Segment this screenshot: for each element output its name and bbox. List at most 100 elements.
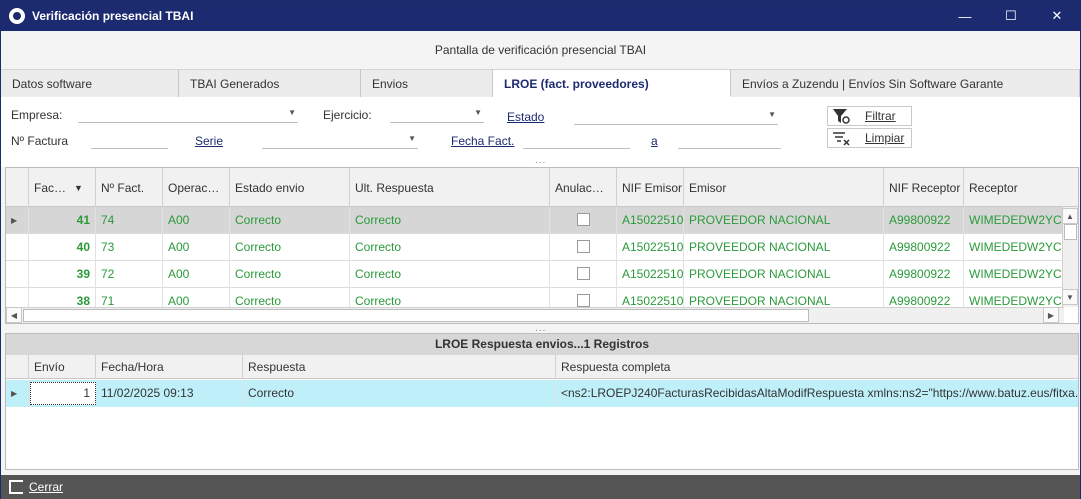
cerrar-button[interactable]: Cerrar	[29, 480, 63, 494]
fac-cell[interactable]: 40	[29, 234, 96, 261]
nif-emisor-cell[interactable]: A15022510	[617, 234, 684, 261]
row-pointer-icon: ▶	[6, 380, 29, 407]
fecha-cell[interactable]: 11/02/2025 09:13	[96, 380, 243, 407]
app-window: Verificación presencial TBAI — ☐ ✕ Panta…	[0, 0, 1081, 499]
chevron-down-icon: ▼	[474, 108, 482, 117]
serie-label[interactable]: Serie	[195, 134, 223, 148]
ejercicio-select[interactable]: ▼	[390, 105, 484, 123]
anulacion-checkbox[interactable]	[577, 240, 590, 253]
col-ult-respuesta[interactable]: Ult. Respuesta	[350, 168, 550, 207]
respuesta-cell[interactable]: Correcto	[243, 380, 556, 407]
responses-title: LROE Respuesta envios...1 Registros	[6, 334, 1078, 355]
scroll-down-icon[interactable]: ▼	[1062, 289, 1078, 305]
col-respuesta-completa[interactable]: Respuesta completa	[556, 355, 1078, 379]
scroll-right-icon[interactable]: ▶	[1043, 307, 1059, 323]
col-estado-envio[interactable]: Estado envio	[230, 168, 350, 207]
anulac-cell[interactable]	[550, 261, 617, 288]
col-nfact[interactable]: Nº Fact.	[96, 168, 163, 207]
receptor-cell[interactable]: WIMEDEDW2YCW	[964, 207, 1064, 234]
nif-emisor-cell[interactable]: A15022510	[617, 261, 684, 288]
filtrar-button[interactable]: Filtrar	[827, 106, 912, 126]
col-anulac[interactable]: Anulac…	[550, 168, 617, 207]
filtrar-label: Filtrar	[865, 109, 896, 123]
row-pointer-icon	[6, 234, 29, 261]
col-fac[interactable]: Fac… ▼	[29, 168, 96, 207]
tab-tbai-generados[interactable]: TBAI Generados	[179, 69, 361, 97]
operac-cell[interactable]: A00	[163, 234, 230, 261]
ejercicio-label: Ejercicio:	[323, 108, 372, 122]
anulac-cell[interactable]	[550, 207, 617, 234]
window-controls: — ☐ ✕	[942, 1, 1080, 31]
hscroll-thumb[interactable]	[23, 309, 809, 322]
col-respuesta[interactable]: Respuesta	[243, 355, 556, 379]
emisor-cell[interactable]: PROVEEDOR NACIONAL	[684, 261, 884, 288]
fecha-fact-label[interactable]: Fecha Fact.	[451, 134, 514, 148]
col-nif-emisor[interactable]: NIF Emisor	[617, 168, 684, 207]
tab-envios[interactable]: Envios	[361, 69, 493, 97]
anulacion-checkbox[interactable]	[577, 267, 590, 280]
nfact-cell[interactable]: 72	[96, 261, 163, 288]
app-logo-icon	[9, 8, 25, 24]
envio-cell[interactable]: 1	[30, 382, 96, 405]
exit-icon[interactable]	[9, 480, 23, 494]
serie-select[interactable]: ▼	[262, 131, 418, 149]
response-row[interactable]: ▶ 1 11/02/2025 09:13 Correcto <ns2:LROEP…	[6, 380, 1078, 407]
emisor-cell[interactable]: PROVEEDOR NACIONAL	[684, 234, 884, 261]
estado-cell[interactable]: Correcto	[230, 261, 350, 288]
fac-cell[interactable]: 41	[29, 207, 96, 234]
respuesta-cell[interactable]: Correcto	[350, 207, 550, 234]
nif-receptor-cell[interactable]: A99800922	[884, 207, 964, 234]
tab-envios-zuzendu[interactable]: Envíos a Zuzendu | Envíos Sin Software G…	[731, 69, 1080, 97]
nfact-cell[interactable]: 73	[96, 234, 163, 261]
anulacion-checkbox[interactable]	[577, 294, 590, 307]
nif-receptor-cell[interactable]: A99800922	[884, 261, 964, 288]
tab-datos-software[interactable]: Datos software	[1, 69, 179, 97]
fecha-hasta-input[interactable]	[678, 131, 781, 149]
anulac-cell[interactable]	[550, 234, 617, 261]
estado-cell[interactable]: Correcto	[230, 207, 350, 234]
col-nif-receptor[interactable]: NIF Receptor	[884, 168, 964, 207]
empresa-select[interactable]: ▼	[78, 105, 298, 123]
emisor-cell[interactable]: PROVEEDOR NACIONAL	[684, 207, 884, 234]
respuesta-cell[interactable]: Correcto	[350, 234, 550, 261]
scroll-left-icon[interactable]: ◀	[6, 307, 22, 323]
nif-receptor-cell[interactable]: A99800922	[884, 234, 964, 261]
col-fecha-hora[interactable]: Fecha/Hora	[96, 355, 243, 379]
anulacion-checkbox[interactable]	[577, 213, 590, 226]
close-button[interactable]: ✕	[1034, 1, 1080, 31]
limpiar-button[interactable]: Limpiar	[827, 128, 912, 148]
col-envio[interactable]: Envío	[29, 355, 96, 379]
maximize-button[interactable]: ☐	[988, 1, 1034, 31]
operac-cell[interactable]: A00	[163, 207, 230, 234]
nif-emisor-cell[interactable]: A15022510	[617, 207, 684, 234]
nfact-cell[interactable]: 74	[96, 207, 163, 234]
minimize-button[interactable]: —	[942, 1, 988, 31]
scroll-thumb[interactable]	[1064, 224, 1077, 240]
receptor-cell[interactable]: WIMEDEDW2YCW	[964, 261, 1064, 288]
col-operac[interactable]: Operac…	[163, 168, 230, 207]
operac-cell[interactable]: A00	[163, 261, 230, 288]
respuesta-cell[interactable]: Correcto	[350, 261, 550, 288]
respuesta-completa-cell[interactable]: <ns2:LROEPJ240FacturasRecibidasAltaModif…	[556, 380, 1078, 407]
table-row[interactable]: ▶ 41 74 A00 Correcto Correcto A15022510 PROVEED…	[6, 207, 1064, 234]
fac-cell[interactable]: 39	[29, 261, 96, 288]
table-row[interactable]: 39 72 A00 Correcto Correcto A15022510 PROVEEDO…	[6, 261, 1064, 288]
nfactura-input[interactable]	[91, 131, 168, 149]
row-indicator-header	[6, 168, 29, 207]
receptor-cell[interactable]: WIMEDEDW2YCW	[964, 234, 1064, 261]
estado-label[interactable]: Estado	[507, 110, 544, 124]
tab-lroe[interactable]: LROE (fact. proveedores)	[493, 69, 731, 97]
col-emisor[interactable]: Emisor	[684, 168, 884, 207]
col-receptor[interactable]: Receptor	[964, 168, 1078, 207]
estado-cell[interactable]: Correcto	[230, 234, 350, 261]
row-indicator-header	[6, 355, 29, 379]
fecha-hasta-label[interactable]: a	[651, 134, 658, 148]
grid-vertical-scrollbar[interactable]: ▲ ▼	[1062, 207, 1078, 307]
estado-select[interactable]: ▼	[574, 107, 778, 125]
splitter-handle[interactable]: ...	[535, 155, 546, 166]
table-row[interactable]: 40 73 A00 Correcto Correcto A15022510 PROVEEDO…	[6, 234, 1064, 261]
fecha-desde-input[interactable]	[523, 131, 630, 149]
grid-horizontal-scrollbar[interactable]: ◀ ▶	[6, 307, 1064, 323]
footer-bar: Cerrar	[1, 475, 1080, 499]
scroll-up-icon[interactable]: ▲	[1062, 208, 1078, 224]
